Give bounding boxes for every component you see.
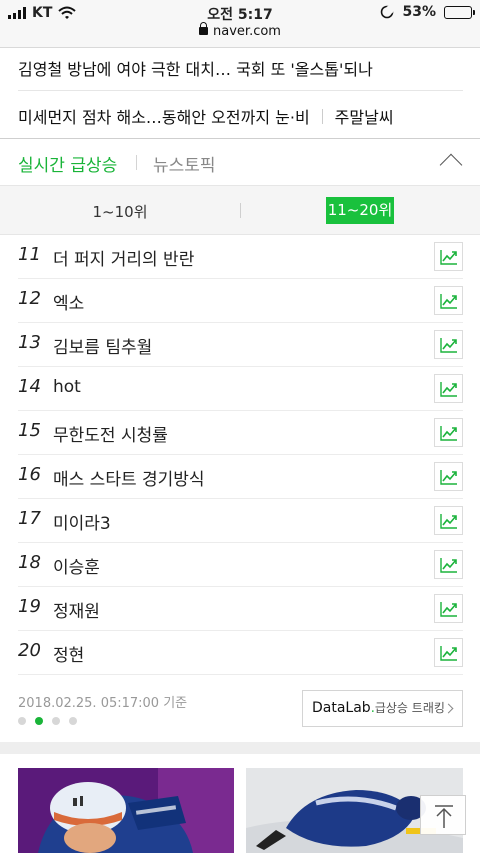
- rank-number: 19: [18, 596, 41, 617]
- ranking-row[interactable]: 15 무한도전 시청률: [18, 411, 463, 455]
- status-right: 53%: [380, 4, 475, 20]
- trend-chart-icon[interactable]: [434, 286, 463, 315]
- chevron-right-icon: [443, 703, 454, 714]
- page-dot[interactable]: [52, 717, 60, 725]
- ranking-row[interactable]: 16 매스 스타트 경기방식: [18, 455, 463, 499]
- news-headline-1[interactable]: 김영철 방남에 여야 극한 대치… 국회 또 '올스톱'되나: [18, 56, 463, 91]
- range-11-20-button[interactable]: 11~20위: [326, 197, 394, 224]
- ranking-list: 11 더 퍼지 거리의 반란 12 엑소 13 김보름 팀추월 14 hot 15 무한도전 시청…: [18, 235, 463, 675]
- ranking-row[interactable]: 14 hot: [18, 367, 463, 411]
- chevron-up-icon[interactable]: [439, 153, 463, 177]
- trend-chart-icon[interactable]: [434, 330, 463, 359]
- rank-keyword[interactable]: 김보름 팀추월: [53, 333, 152, 358]
- datalab-label: 급상승 트래킹: [374, 701, 445, 715]
- page-dot[interactable]: [18, 717, 26, 725]
- trend-chart-icon[interactable]: [434, 418, 463, 447]
- photo-image: [18, 768, 234, 853]
- rank-keyword[interactable]: 이승훈: [53, 553, 100, 578]
- page-dot[interactable]: [35, 717, 43, 725]
- news-headline-2-row: 미세먼지 점차 해소…동해안 오전까지 눈·비 주말날씨: [18, 104, 463, 128]
- rank-range-selector: 1~10위 11~20위: [0, 185, 480, 235]
- trend-chart-icon[interactable]: [434, 550, 463, 579]
- ranking-row[interactable]: 12 엑소: [18, 279, 463, 323]
- rank-number: 17: [18, 508, 41, 529]
- rank-keyword[interactable]: 매스 스타트 경기방식: [53, 465, 205, 490]
- tab-separator: [136, 155, 137, 170]
- tab-news-topic[interactable]: 뉴스토픽: [153, 151, 216, 176]
- rank-keyword[interactable]: 정재원: [53, 597, 100, 622]
- datalab-tracking-button[interactable]: DataLab.급상승 트래킹: [302, 690, 463, 727]
- rank-number: 16: [18, 464, 41, 485]
- section-gap: [0, 742, 480, 754]
- rank-number: 18: [18, 552, 41, 573]
- ranking-row[interactable]: 20 정현: [18, 631, 463, 675]
- ranking-row[interactable]: 11 더 퍼지 거리의 반란: [18, 235, 463, 279]
- battery-percent: 53%: [402, 4, 436, 20]
- rank-number: 15: [18, 420, 41, 441]
- rank-keyword[interactable]: 엑소: [53, 289, 84, 314]
- lock-icon: [199, 22, 209, 35]
- trend-chart-icon[interactable]: [434, 374, 463, 403]
- tab-realtime[interactable]: 실시간 급상승: [18, 151, 117, 176]
- rank-keyword[interactable]: 더 퍼지 거리의 반란: [53, 245, 194, 270]
- update-timestamp: 2018.02.25. 05:17:00 기준: [18, 696, 188, 711]
- rank-number: 13: [18, 332, 41, 353]
- news-separator: [321, 108, 323, 124]
- scroll-to-top-button[interactable]: [420, 795, 466, 835]
- keyword-tabs: 실시간 급상승 뉴스토픽: [0, 139, 480, 185]
- news-photo-speedskater-1[interactable]: [18, 768, 234, 853]
- rank-number: 11: [18, 244, 41, 265]
- trend-chart-icon[interactable]: [434, 506, 463, 535]
- rank-keyword[interactable]: 무한도전 시청률: [53, 421, 168, 446]
- rank-number: 12: [18, 288, 41, 309]
- arrow-up-icon: [435, 805, 453, 828]
- ranking-row[interactable]: 19 정재원: [18, 587, 463, 631]
- trend-chart-icon[interactable]: [434, 462, 463, 491]
- news-headline-2[interactable]: 미세먼지 점차 해소…동해안 오전까지 눈·비: [18, 104, 310, 128]
- status-bar: KT 오전 5:17 naver.com 53%: [0, 0, 480, 48]
- rank-keyword[interactable]: 미이라3: [53, 509, 111, 534]
- news-headline-2-extra[interactable]: 주말날씨: [335, 104, 394, 128]
- trend-chart-icon[interactable]: [434, 594, 463, 623]
- address-bar[interactable]: naver.com: [0, 22, 480, 39]
- ranking-row[interactable]: 13 김보름 팀추월: [18, 323, 463, 367]
- ranking-row[interactable]: 17 미이라3: [18, 499, 463, 543]
- rank-keyword[interactable]: hot: [53, 377, 81, 397]
- moon-icon: [381, 5, 395, 19]
- range-separator: [240, 203, 241, 218]
- page-indicator: [18, 717, 77, 725]
- trend-chart-icon[interactable]: [434, 242, 463, 271]
- page-dot[interactable]: [69, 717, 77, 725]
- battery-icon: [444, 5, 475, 19]
- trend-chart-icon[interactable]: [434, 638, 463, 667]
- ranking-row[interactable]: 18 이승훈: [18, 543, 463, 587]
- range-1-10-button[interactable]: 1~10위: [0, 201, 240, 222]
- url-text: naver.com: [213, 24, 281, 39]
- datalab-brand: DataLab: [312, 700, 371, 716]
- rank-keyword[interactable]: 정현: [53, 641, 84, 666]
- rank-number: 14: [18, 376, 41, 397]
- rank-number: 20: [18, 640, 41, 661]
